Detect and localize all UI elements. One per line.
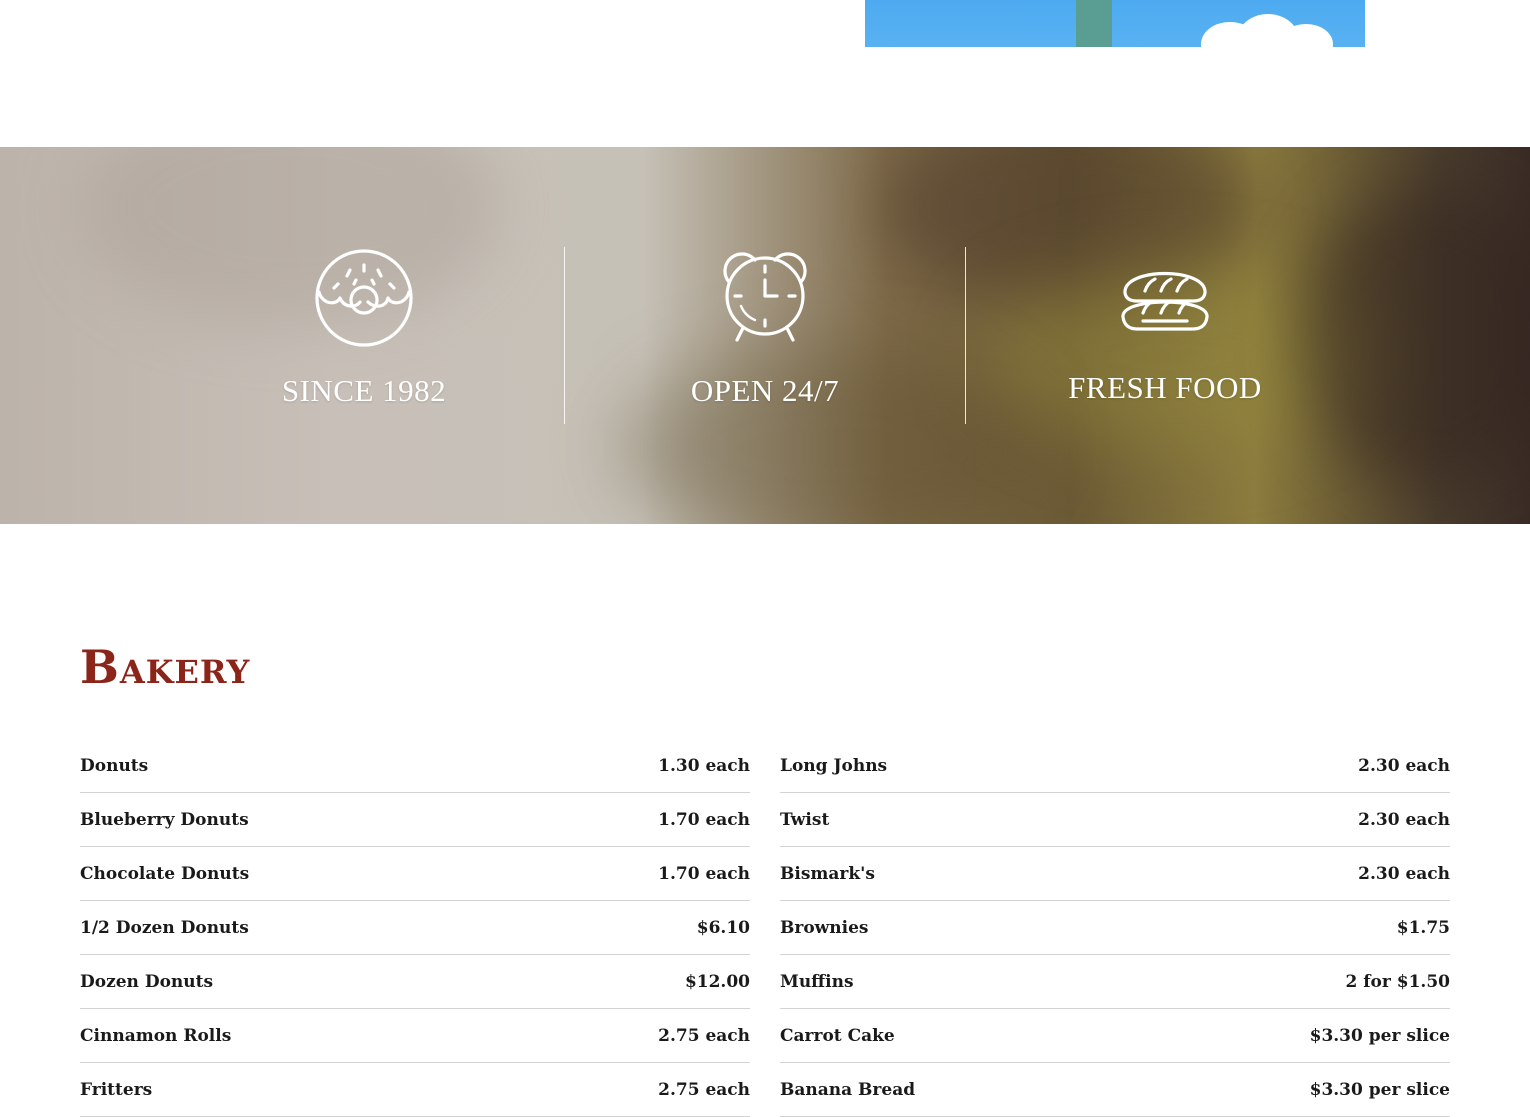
menu-item: Donuts 1.30 each xyxy=(80,739,750,793)
menu-item-price: $6.10 xyxy=(696,917,750,938)
menu-item: Muffins 2 for $1.50 xyxy=(780,955,1450,1009)
menu-item-name: 1/2 Dozen Donuts xyxy=(80,917,249,938)
menu-item-name: Chocolate Donuts xyxy=(80,863,250,884)
menu-column-right: Long Johns 2.30 each Twist 2.30 each Bis… xyxy=(780,739,1450,1117)
menu-item-price: 1.70 each xyxy=(658,863,750,884)
photo-pole xyxy=(1076,0,1112,47)
menu-item-name: Blueberry Donuts xyxy=(80,809,249,830)
menu-item-name: Cinnamon Rolls xyxy=(80,1025,232,1046)
menu-item: Blueberry Donuts 1.70 each xyxy=(80,793,750,847)
section-title-bakery: Bakery xyxy=(80,640,251,694)
menu-item-name: Muffins xyxy=(780,971,854,992)
menu-item-name: Carrot Cake xyxy=(780,1025,895,1046)
menu-item: Carrot Cake $3.30 per slice xyxy=(780,1009,1450,1063)
menu-item-name: Dozen Donuts xyxy=(80,971,214,992)
feature-since: SINCE 1982 xyxy=(164,147,564,524)
menu-item: 1/2 Dozen Donuts $6.10 xyxy=(80,901,750,955)
feature-open: OPEN 24/7 xyxy=(565,147,965,524)
feature-label: OPEN 24/7 xyxy=(690,373,840,408)
menu-item: Cinnamon Rolls 2.75 each xyxy=(80,1009,750,1063)
menu-item-price: 2 for $1.50 xyxy=(1345,971,1450,992)
menu-item: Chocolate Donuts 1.70 each xyxy=(80,847,750,901)
menu-item-name: Twist xyxy=(780,809,830,830)
menu-item-name: Donuts xyxy=(80,755,149,776)
menu-item: Long Johns 2.30 each xyxy=(780,739,1450,793)
menu-item: Dozen Donuts $12.00 xyxy=(80,955,750,1009)
menu-item: Brownies $1.75 xyxy=(780,901,1450,955)
menu-item-price: 2.30 each xyxy=(1358,863,1450,884)
menu-item-name: Long Johns xyxy=(780,755,888,776)
feature-fresh: FRESH FOOD xyxy=(965,147,1365,524)
alarm-clock-icon xyxy=(723,252,807,342)
menu-item-price: 1.30 each xyxy=(658,755,750,776)
menu-item-price: 2.30 each xyxy=(1358,755,1450,776)
menu-item-price: $12.00 xyxy=(684,971,750,992)
menu-item-price: 2.75 each xyxy=(658,1079,750,1100)
donut-icon xyxy=(315,249,413,347)
menu-item: Bismark's 2.30 each xyxy=(780,847,1450,901)
menu-item-price: 2.30 each xyxy=(1358,809,1450,830)
menu-item-name: Bismark's xyxy=(780,863,875,884)
menu-item-price: 1.70 each xyxy=(658,809,750,830)
feature-label: SINCE 1982 xyxy=(281,373,447,408)
features-banner: SINCE 1982 OPEN 24/7 FRESH FOOD xyxy=(0,147,1530,524)
menu-item-price: 2.75 each xyxy=(658,1025,750,1046)
menu-item-name: Banana Bread xyxy=(780,1079,916,1100)
menu-item-price: $1.75 xyxy=(1396,917,1450,938)
menu-item-name: Brownies xyxy=(780,917,869,938)
feature-label: FRESH FOOD xyxy=(1068,370,1262,405)
top-photo xyxy=(865,0,1365,47)
menu-item-price: $3.30 per slice xyxy=(1309,1079,1450,1100)
bread-icon xyxy=(1121,271,1209,331)
menu-item-name: Fritters xyxy=(80,1079,153,1100)
menu-column-left: Donuts 1.30 each Blueberry Donuts 1.70 e… xyxy=(80,739,750,1117)
menu-item: Twist 2.30 each xyxy=(780,793,1450,847)
menu-item-price: $3.30 per slice xyxy=(1309,1025,1450,1046)
